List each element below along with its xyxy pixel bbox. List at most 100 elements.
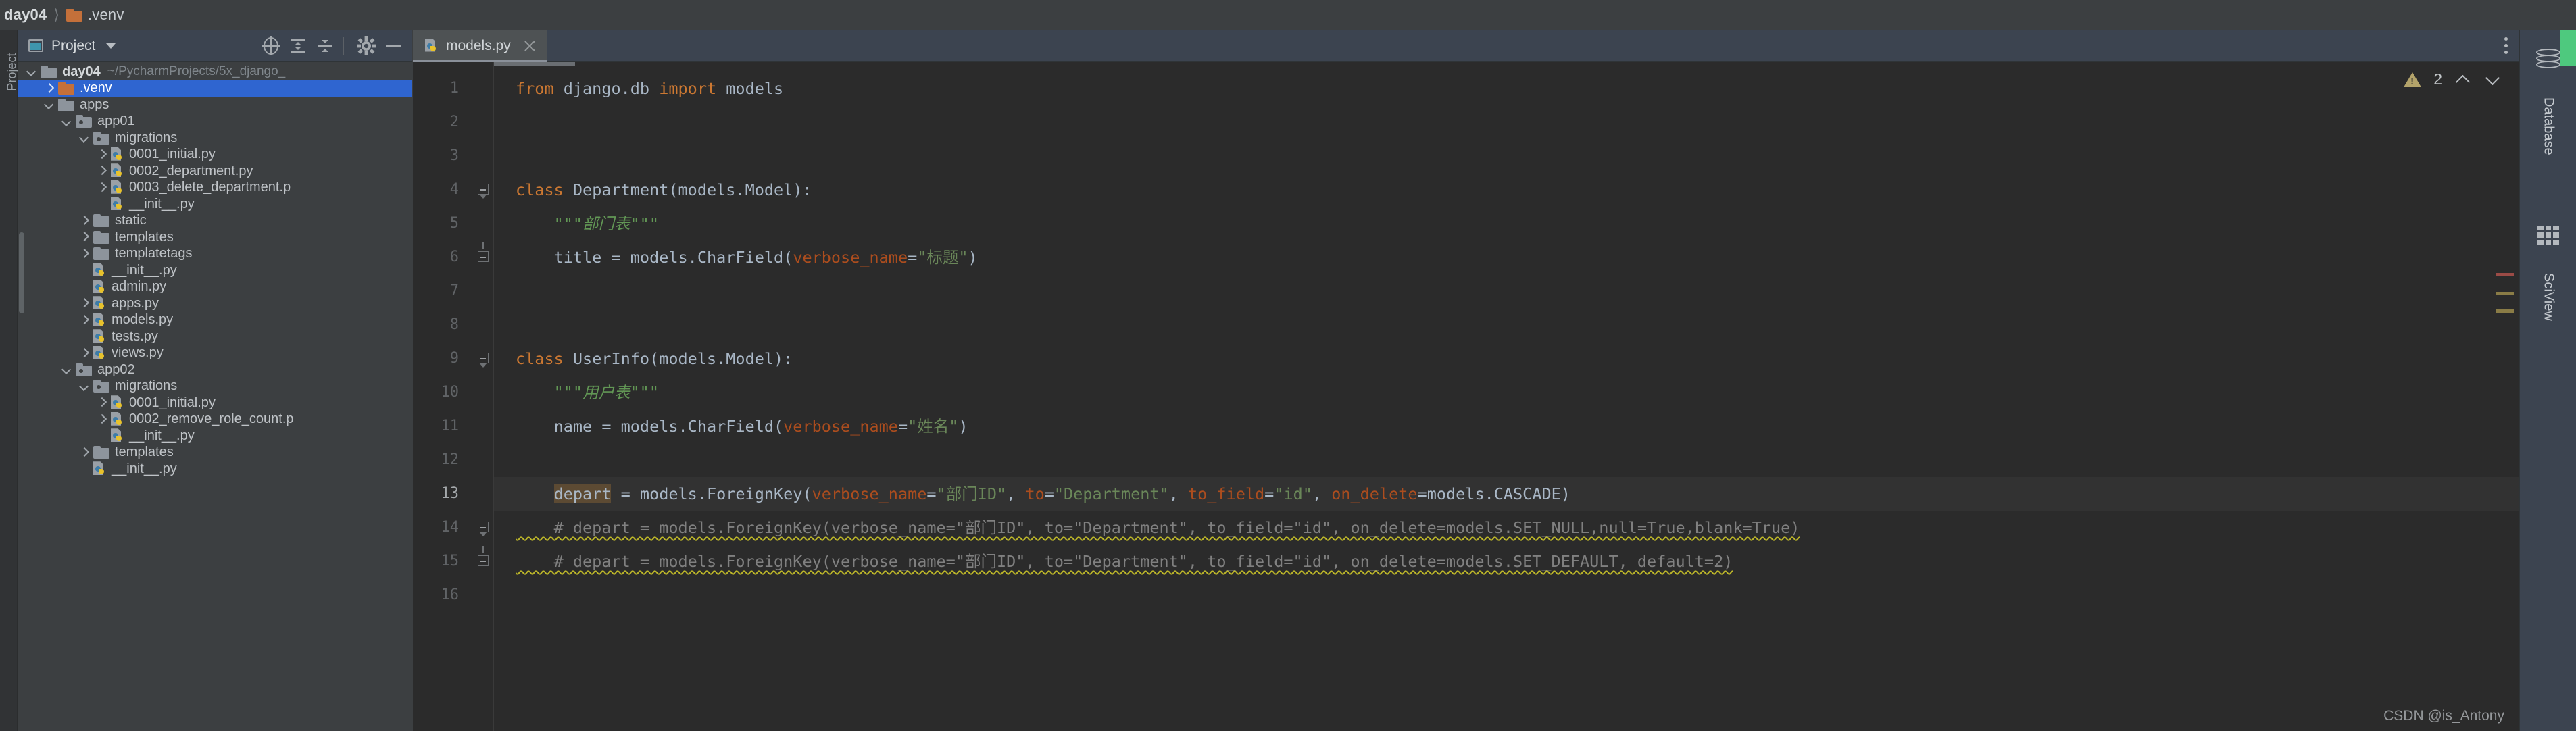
folder-grey-icon <box>93 230 109 244</box>
chevron-right-icon[interactable] <box>78 348 89 359</box>
code-line[interactable]: """用户表""" <box>516 376 659 409</box>
code-fold-icon[interactable] <box>476 242 490 263</box>
chevron-right-icon[interactable] <box>78 232 89 243</box>
next-problem-icon[interactable] <box>2484 71 2502 89</box>
tree-item-label: .venv <box>80 80 112 96</box>
tree-item--venv[interactable]: .venv <box>18 80 412 97</box>
expand-all-icon[interactable] <box>287 34 309 57</box>
code-line[interactable]: from django.db import models <box>516 72 783 105</box>
error-stripe-mark[interactable] <box>2496 273 2514 276</box>
tab-models-py[interactable]: models.py <box>413 29 547 62</box>
tree-item--init-py[interactable]: __init__.py <box>18 428 412 445</box>
code-content[interactable]: from django.db import models class Depart… <box>501 62 2519 731</box>
code-line[interactable]: title = models.CharField(verbose_name="标… <box>516 241 978 274</box>
code-line[interactable]: class Department(models.Model): <box>516 173 812 207</box>
code-fold-icon[interactable] <box>476 351 490 368</box>
code-line[interactable]: # depart = models.ForeignKey(verbose_nam… <box>516 545 1733 578</box>
tree-item-migrations[interactable]: migrations <box>18 130 412 147</box>
locate-target-icon[interactable] <box>259 34 282 57</box>
warning-stripe-mark[interactable] <box>2496 309 2514 313</box>
tree-item-app02[interactable]: app02 <box>18 361 412 378</box>
folder-module-icon <box>76 363 92 376</box>
code-line[interactable]: name = models.CharField(verbose_name="姓名… <box>516 409 968 443</box>
tree-item-0002-department-py[interactable]: 0002_department.py <box>18 163 412 180</box>
line-number: 11 <box>441 418 460 434</box>
tab-label: models.py <box>446 37 511 53</box>
hide-panel-icon[interactable] <box>382 34 405 57</box>
tree-item-0003-delete-department-p[interactable]: 0003_delete_department.p <box>18 180 412 197</box>
chevron-down-icon[interactable] <box>61 116 72 127</box>
code-token: , <box>1312 484 1332 503</box>
chevron-right-icon[interactable] <box>96 397 107 408</box>
code-line[interactable]: """部门表""" <box>516 207 659 241</box>
code-line[interactable]: depart = models.ForeignKey(verbose_name=… <box>516 477 1570 511</box>
chevron-down-icon[interactable] <box>78 381 89 392</box>
python-file-icon <box>111 163 124 178</box>
tree-item-apps[interactable]: apps <box>18 97 412 114</box>
tree-item-label: admin.py <box>112 279 167 295</box>
tree-item--init-py[interactable]: __init__.py <box>18 196 412 213</box>
line-number: 1 <box>449 80 459 97</box>
more-options-icon[interactable] <box>2492 30 2519 62</box>
tree-item-templates[interactable]: templates <box>18 229 412 246</box>
chevron-right-icon[interactable] <box>78 298 89 309</box>
chevron-right-icon[interactable] <box>78 315 89 326</box>
code-fold-icon[interactable] <box>476 546 490 568</box>
code-editor[interactable]: 1 2 3 4 5 6 7 8 9 10 11 12 13 14 15 16 from django.db i… <box>413 62 2519 731</box>
right-rail-label-database: Database <box>2541 97 2556 155</box>
warning-triangle-icon <box>2404 72 2422 87</box>
line-number: 2 <box>449 114 459 130</box>
breadcrumb-item-project[interactable]: day04 <box>4 6 47 24</box>
folder-orange-icon <box>66 8 82 22</box>
tree-item-app01[interactable]: app01 <box>18 114 412 130</box>
chevron-right-icon[interactable] <box>96 414 107 425</box>
tree-item-migrations[interactable]: migrations <box>18 378 412 395</box>
chevron-right-icon[interactable] <box>43 83 54 94</box>
collapse-all-icon[interactable] <box>314 34 337 57</box>
chevron-down-icon[interactable] <box>61 364 72 375</box>
code-fold-icon[interactable] <box>476 520 490 536</box>
tree-item-day04[interactable]: day04 ~/PycharmProjects/5x_django_ <box>18 64 412 80</box>
tree-item-templatetags[interactable]: templatetags <box>18 246 412 263</box>
tree-item-static[interactable]: static <box>18 213 412 230</box>
tree-item-0002-remove-role-count-p[interactable]: 0002_remove_role_count.p <box>18 411 412 428</box>
tree-item-templates[interactable]: templates <box>18 445 412 461</box>
warning-stripe-mark[interactable] <box>2496 292 2514 295</box>
breadcrumb-item-venv[interactable]: .venv <box>88 6 124 24</box>
project-tree[interactable]: day04 ~/PycharmProjects/5x_django_ .venv ap… <box>18 62 412 731</box>
chevron-right-icon[interactable] <box>96 166 107 176</box>
chevron-down-icon[interactable] <box>106 43 116 49</box>
chevron-down-icon[interactable] <box>26 66 36 77</box>
previous-problem-icon[interactable] <box>2454 71 2472 89</box>
chevron-right-icon[interactable] <box>96 149 107 160</box>
tree-item-models-py[interactable]: models.py <box>18 312 412 329</box>
settings-gear-icon[interactable] <box>355 34 378 57</box>
tree-item-label: static <box>115 213 147 228</box>
tree-item-0001-initial-py[interactable]: 0001_initial.py <box>18 147 412 163</box>
tree-item--init-py[interactable]: __init__.py <box>18 461 412 478</box>
python-file-icon <box>93 263 107 278</box>
code-token: # depart = models.ForeignKey(verbose_nam… <box>516 518 1800 537</box>
code-line[interactable]: # depart = models.ForeignKey(verbose_nam… <box>516 511 1800 545</box>
chevron-right-icon[interactable] <box>78 216 89 226</box>
tree-item-admin-py[interactable]: admin.py <box>18 279 412 296</box>
tree-item-tests-py[interactable]: tests.py <box>18 328 412 345</box>
code-token: "标题" <box>917 248 968 267</box>
tree-item--init-py[interactable]: __init__.py <box>18 262 412 279</box>
tree-item-0001-initial-py[interactable]: 0001_initial.py <box>18 395 412 411</box>
tree-scrollbar-thumb[interactable] <box>19 232 24 313</box>
chevron-right-icon[interactable] <box>78 249 89 259</box>
chevron-right-icon[interactable] <box>96 182 107 193</box>
close-icon[interactable] <box>523 39 537 53</box>
tree-item-views-py[interactable]: views.py <box>18 345 412 362</box>
code-line[interactable]: class UserInfo(models.Model): <box>516 342 793 376</box>
chevron-right-icon[interactable] <box>78 447 89 458</box>
chevron-down-icon[interactable] <box>43 99 54 110</box>
tree-item-apps-py[interactable]: apps.py <box>18 295 412 312</box>
tree-item-path: ~/PycharmProjects/5x_django_ <box>107 64 286 79</box>
code-fold-icon[interactable] <box>476 182 490 199</box>
chevron-down-icon[interactable] <box>78 132 89 143</box>
